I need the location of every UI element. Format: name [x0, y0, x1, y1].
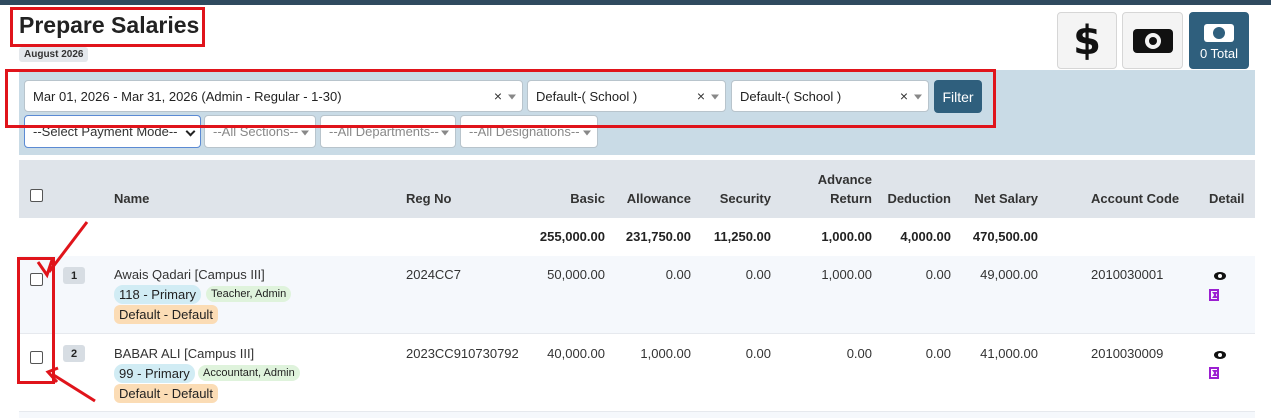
checkbox-highlight-box — [17, 257, 55, 384]
net-salary: 49,000.00 — [980, 267, 1038, 282]
select-all-checkbox[interactable] — [30, 189, 43, 202]
hourglass-icon[interactable] — [1209, 289, 1219, 301]
deduction: 0.00 — [925, 346, 951, 361]
total-security: 11,250.00 — [713, 229, 771, 244]
employee-name: Awais Qadari [Campus III] — [114, 267, 265, 282]
header-detail: Detail — [1209, 191, 1245, 206]
cash-icon — [1132, 28, 1173, 53]
account-code: 2010030001 — [1091, 267, 1164, 282]
security: 0.00 — [745, 346, 771, 361]
reg-no: 2023CC910730792 — [406, 346, 519, 361]
advance-return: 1,000.00 — [821, 267, 872, 282]
header-advance[interactable]: Advance — [800, 172, 872, 187]
cash-button[interactable] — [1122, 12, 1183, 69]
dollar-icon: $ — [1073, 17, 1101, 64]
header-deduction[interactable]: Deduction — [880, 191, 951, 206]
salary-dollar-button[interactable]: $ — [1057, 12, 1117, 69]
money-icon — [1204, 24, 1234, 42]
chevron-down-icon — [441, 130, 449, 135]
view-eye-icon[interactable] — [1214, 351, 1226, 359]
header-return[interactable]: Return — [800, 191, 872, 206]
hourglass-icon[interactable] — [1209, 367, 1219, 379]
view-eye-icon[interactable] — [1214, 272, 1226, 280]
chevron-down-icon — [185, 126, 196, 137]
table-row-partial — [19, 412, 1255, 418]
advance-return: 0.00 — [846, 346, 872, 361]
total-deduction: 4,000.00 — [900, 229, 951, 244]
account-code: 2010030009 — [1091, 346, 1164, 361]
allowance: 1,000.00 — [640, 346, 691, 361]
default-tag: Default - Default — [114, 305, 218, 324]
basic: 40,000.00 — [547, 346, 605, 361]
filter-highlight-box — [5, 69, 996, 128]
month-badge: August 2026 — [19, 47, 89, 62]
table-header — [19, 160, 1255, 218]
total-allowance: 231,750.00 — [625, 229, 691, 244]
title-highlight-box — [10, 7, 205, 47]
header-basic[interactable]: Basic — [540, 191, 605, 206]
total-net-salary: 470,500.00 — [972, 229, 1038, 244]
default-tag: Default - Default — [114, 384, 218, 403]
top-bar — [0, 0, 1271, 5]
row-number-badge: 2 — [63, 345, 85, 362]
net-salary: 41,000.00 — [980, 346, 1038, 361]
header-reg-no[interactable]: Reg No — [406, 191, 452, 206]
basic: 50,000.00 — [547, 267, 605, 282]
header-security[interactable]: Security — [700, 191, 771, 206]
deduction: 0.00 — [925, 267, 951, 282]
total-label: 0 Total — [1199, 46, 1239, 61]
total-button[interactable]: 0 Total — [1189, 12, 1249, 69]
grade-tag: 99 - Primary — [114, 364, 195, 383]
header-net-salary[interactable]: Net Salary — [960, 191, 1038, 206]
role-tag: Teacher, Admin — [206, 286, 292, 302]
header-name[interactable]: Name — [114, 191, 149, 206]
chevron-down-icon — [583, 130, 591, 135]
role-tag: Accountant, Admin — [198, 365, 300, 381]
total-basic: 255,000.00 — [539, 229, 605, 244]
reg-no: 2024CC7 — [406, 267, 461, 282]
chevron-down-icon — [301, 130, 309, 135]
allowance: 0.00 — [665, 267, 691, 282]
grade-tag: 118 - Primary — [114, 285, 202, 304]
header-allowance[interactable]: Allowance — [620, 191, 691, 206]
header-account-code[interactable]: Account Code — [1091, 191, 1179, 206]
total-advance-return: 1,000.00 — [821, 229, 872, 244]
security: 0.00 — [745, 267, 771, 282]
employee-name: BABAR ALI [Campus III] — [114, 346, 255, 361]
row-number-badge: 1 — [63, 267, 85, 284]
